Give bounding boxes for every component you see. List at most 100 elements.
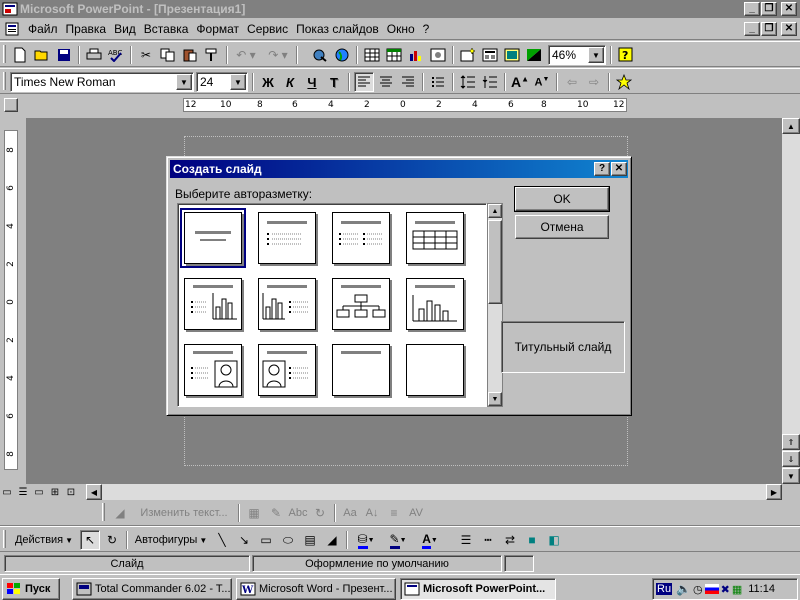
cut-button[interactable]: ✂ bbox=[136, 45, 156, 65]
chevron-down-icon[interactable]: ▼ bbox=[230, 74, 246, 90]
chevron-down-icon[interactable]: ▼ bbox=[588, 47, 604, 63]
decrease-spacing-button[interactable] bbox=[480, 72, 500, 92]
layout-bulleted-list[interactable] bbox=[258, 212, 316, 264]
character-spacing-button[interactable]: AV bbox=[406, 503, 426, 523]
layout-clipart-and-text[interactable] bbox=[258, 344, 316, 396]
layout-table[interactable] bbox=[406, 212, 464, 264]
free-rotate-tool-button[interactable]: ↻ bbox=[102, 530, 122, 550]
shadow-button[interactable]: Т bbox=[324, 72, 344, 92]
language-indicator[interactable]: Ru bbox=[656, 583, 673, 595]
line-style-button[interactable]: ☰ bbox=[456, 530, 476, 550]
dash-style-button[interactable]: ┅ bbox=[478, 530, 498, 550]
actions-menu-button[interactable]: Действия ▼ bbox=[10, 530, 78, 550]
scroll-thumb[interactable] bbox=[488, 220, 502, 304]
hyperlink-button[interactable] bbox=[310, 45, 330, 65]
menu-help[interactable]: ? bbox=[419, 22, 434, 36]
select-objects-button[interactable]: ↖ bbox=[80, 530, 100, 550]
scroll-left-button[interactable]: ◀ bbox=[86, 484, 102, 500]
insert-chart-button[interactable] bbox=[406, 45, 426, 65]
oval-tool-button[interactable]: ⬭ bbox=[278, 530, 298, 550]
italic-button[interactable]: К bbox=[280, 72, 300, 92]
arrow-tool-button[interactable]: ↘ bbox=[234, 530, 254, 550]
toolbar-grip[interactable] bbox=[3, 45, 6, 63]
help-button[interactable]: ? bbox=[616, 45, 636, 65]
layout-gallery[interactable] bbox=[177, 203, 487, 407]
dialog-help-button[interactable]: ? bbox=[594, 162, 610, 176]
save-button[interactable] bbox=[54, 45, 74, 65]
volume-icon[interactable]: 🔈 bbox=[676, 582, 691, 596]
insert-wordart-button[interactable]: ◢ bbox=[110, 503, 130, 523]
toolbar-grip[interactable] bbox=[102, 503, 105, 521]
layout-gallery-scrollbar[interactable]: ▲ ▼ bbox=[487, 203, 503, 407]
menu-slideshow[interactable]: Показ слайдов bbox=[292, 22, 383, 36]
normal-view-button[interactable]: ▭ bbox=[0, 484, 14, 500]
layout-chart-and-text[interactable] bbox=[258, 278, 316, 330]
slideshow-button[interactable]: ⊡ bbox=[64, 484, 78, 500]
apply-design-button[interactable] bbox=[502, 45, 522, 65]
toolbar-grip[interactable] bbox=[3, 530, 6, 548]
task-word[interactable]: W Microsoft Word - Презент... bbox=[236, 578, 396, 600]
layout-chart[interactable] bbox=[406, 278, 464, 330]
prev-slide-button[interactable]: ⇑ bbox=[782, 434, 800, 450]
minimize-button[interactable]: _ bbox=[744, 2, 760, 16]
font-combobox[interactable]: Times New Roman ▼ bbox=[10, 72, 194, 92]
toolbar-grip[interactable] bbox=[3, 72, 6, 90]
layout-organization-chart[interactable] bbox=[332, 278, 390, 330]
arrow-style-button[interactable]: ⇄ bbox=[500, 530, 520, 550]
menu-edit[interactable]: Правка bbox=[62, 22, 111, 36]
align-center-button[interactable] bbox=[376, 72, 396, 92]
scroll-down-button[interactable]: ▼ bbox=[488, 392, 502, 406]
vertical-text-button[interactable]: A↓ bbox=[362, 503, 382, 523]
menu-window[interactable]: Окно bbox=[383, 22, 419, 36]
menu-tools[interactable]: Сервис bbox=[243, 22, 292, 36]
network-icon[interactable]: ✖ bbox=[721, 583, 730, 596]
clock-tray-icon[interactable]: ◷ bbox=[693, 583, 703, 596]
layout-text-and-clipart[interactable] bbox=[184, 344, 242, 396]
web-toolbar-button[interactable] bbox=[332, 45, 352, 65]
free-rotate-button[interactable]: ↻ bbox=[310, 503, 330, 523]
demote-button[interactable]: ⇨ bbox=[584, 72, 604, 92]
increase-font-button[interactable]: A▲ bbox=[510, 72, 530, 92]
font-color-button[interactable]: A ▼ bbox=[416, 530, 444, 550]
menu-insert[interactable]: Вставка bbox=[140, 22, 193, 36]
edit-text-button[interactable]: Изменить текст... bbox=[134, 503, 234, 523]
wordart-alignment-button[interactable]: ≡ bbox=[384, 503, 404, 523]
layout-title-only[interactable] bbox=[332, 344, 390, 396]
horizontal-ruler[interactable]: 12 10 8 6 4 2 0 2 4 6 8 10 12 bbox=[183, 98, 627, 112]
scroll-up-button[interactable]: ▲ bbox=[782, 118, 800, 134]
doc-close-button[interactable]: ✕ bbox=[781, 22, 797, 36]
open-button[interactable] bbox=[32, 45, 52, 65]
wordart-tool-button[interactable]: ◢ bbox=[322, 530, 342, 550]
animation-effects-button[interactable] bbox=[614, 72, 634, 92]
rectangle-tool-button[interactable]: ▭ bbox=[256, 530, 276, 550]
fill-color-button[interactable]: ⛁ ▼ bbox=[352, 530, 380, 550]
document-icon[interactable] bbox=[4, 21, 20, 37]
restore-button[interactable]: ❐ bbox=[761, 2, 777, 16]
ok-button[interactable]: OK bbox=[514, 186, 610, 212]
autoshapes-menu-button[interactable]: Автофигуры ▼ bbox=[132, 530, 210, 550]
app-title-bar[interactable]: Microsoft PowerPoint - [Презентация1] _ … bbox=[0, 0, 800, 18]
insert-excel-button[interactable] bbox=[384, 45, 404, 65]
line-color-button[interactable]: ✎ ▼ bbox=[384, 530, 412, 550]
layout-text-and-chart[interactable] bbox=[184, 278, 242, 330]
same-letter-heights-button[interactable]: Aa bbox=[340, 503, 360, 523]
insert-table-button[interactable] bbox=[362, 45, 382, 65]
paste-button[interactable] bbox=[180, 45, 200, 65]
slide-layout-button[interactable] bbox=[480, 45, 500, 65]
doc-restore-button[interactable]: ❐ bbox=[761, 22, 777, 36]
spelling-button[interactable]: ABC bbox=[106, 45, 126, 65]
scroll-up-button[interactable]: ▲ bbox=[488, 204, 502, 218]
layout-title-slide[interactable] bbox=[180, 208, 246, 268]
layout-blank[interactable] bbox=[406, 344, 464, 396]
wordart-gallery-button[interactable]: ▦ bbox=[244, 503, 264, 523]
task-total-commander[interactable]: Total Commander 6.02 - T... bbox=[72, 578, 232, 600]
ruler-corner-button[interactable] bbox=[4, 98, 18, 112]
vertical-scrollbar[interactable]: ▲ ⇑ ⇓ ▼ bbox=[782, 118, 800, 484]
dialog-title-bar[interactable]: Создать слайд ? ✕ bbox=[170, 160, 628, 178]
zoom-combobox[interactable]: 46% ▼ bbox=[548, 45, 606, 65]
underline-button[interactable]: Ч bbox=[302, 72, 322, 92]
insert-clipart-button[interactable] bbox=[428, 45, 448, 65]
undo-button[interactable]: ↶ ▾ bbox=[232, 45, 260, 65]
align-right-button[interactable] bbox=[398, 72, 418, 92]
decrease-font-button[interactable]: A▼ bbox=[532, 72, 552, 92]
